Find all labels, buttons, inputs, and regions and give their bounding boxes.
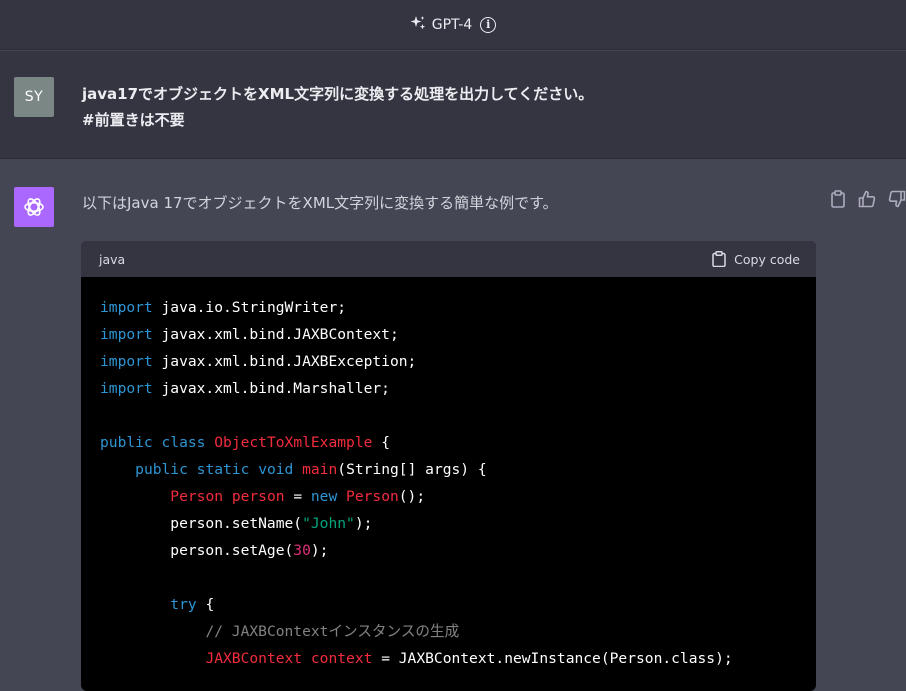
code-line: JAXBContext context = JAXBContext.newIns… (100, 645, 798, 672)
code-line: Person person = new Person(); (100, 483, 798, 510)
user-message-line: java17でオブジェクトをXML文字列に変換する処理を出力してください。 (82, 85, 594, 103)
code-content: import java.io.StringWriter; import javax… (81, 277, 816, 672)
clipboard-icon (712, 251, 726, 267)
code-block: java Copy code import java.io.StringWrit… (81, 241, 816, 691)
code-token: ); (310, 542, 329, 559)
code-token: javax.xml.bind.JAXBException; (152, 353, 417, 370)
code-token: person.setName( (100, 515, 303, 532)
openai-logo-icon (14, 187, 54, 227)
code-line: public class ObjectToXmlExample { (100, 429, 798, 456)
code-token: new (310, 488, 338, 505)
code-token: public (100, 434, 153, 451)
code-block-header: java Copy code (81, 241, 816, 277)
user-message-line: #前置きは不要 (82, 111, 185, 129)
code-line: try { (100, 591, 798, 618)
code-line: person.setName("John"); (100, 510, 798, 537)
code-token: JAXBContext (205, 650, 303, 667)
code-token: (String[] args) { (337, 461, 487, 478)
code-token: (); (398, 488, 426, 505)
code-token: javax.xml.bind.Marshaller; (152, 380, 390, 397)
copy-code-label: Copy code (734, 251, 800, 267)
assistant-message: 以下はJava 17でオブジェクトをXML文字列に変換する簡単な例です。 jav… (0, 160, 906, 691)
code-token: java.io.StringWriter; (152, 299, 347, 316)
code-token: import (100, 326, 153, 343)
copy-code-button[interactable]: Copy code (712, 251, 800, 267)
code-token: = (284, 488, 311, 505)
clipboard-icon[interactable] (830, 190, 846, 208)
code-line: public static void main(String[] args) { (100, 456, 798, 483)
user-message: SY java17でオブジェクトをXML文字列に変換する処理を出力してください。… (0, 51, 906, 159)
model-label: GPT-4 (431, 16, 473, 33)
code-token: static (196, 461, 250, 478)
code-token: context (310, 650, 373, 667)
code-token: try (170, 596, 197, 613)
code-token: import (100, 299, 153, 316)
code-line: import java.io.StringWriter; (100, 294, 798, 321)
sparkle-icon (410, 15, 426, 35)
code-token: person (231, 488, 285, 505)
message-actions (830, 190, 906, 208)
code-token: javax.xml.bind.JAXBContext; (152, 326, 399, 343)
code-token: void (258, 461, 294, 478)
code-token: main (302, 461, 338, 478)
thumbs-up-icon[interactable] (858, 190, 876, 208)
assistant-intro-text: 以下はJava 17でオブジェクトをXML文字列に変換する簡単な例です。 (82, 194, 558, 212)
user-avatar: SY (14, 77, 54, 117)
code-token: { (372, 434, 390, 451)
code-line: person.setAge(30); (100, 537, 798, 564)
code-token: = JAXBContext.newInstance(Person.class); (372, 650, 733, 667)
code-token: // JAXBContextインスタンスの生成 (205, 623, 460, 640)
code-token: 30 (293, 542, 311, 559)
info-icon[interactable]: i (480, 16, 497, 33)
code-line: // JAXBContextインスタンスの生成 (100, 618, 798, 645)
code-token: import (100, 380, 153, 397)
code-token: { (196, 596, 215, 613)
code-token: person.setAge( (100, 542, 294, 559)
code-language-label: java (99, 251, 126, 267)
code-token: "John" (302, 515, 355, 532)
code-token: public (135, 461, 188, 478)
code-line: import javax.xml.bind.JAXBContext; (100, 321, 798, 348)
code-token: Person (170, 488, 224, 505)
model-header: GPT-4 i (0, 0, 906, 50)
thumbs-down-icon[interactable] (888, 190, 906, 208)
code-token: import (100, 353, 153, 370)
code-token: ObjectToXmlExample (214, 434, 373, 451)
user-message-text: java17でオブジェクトをXML文字列に変換する処理を出力してください。 #前… (82, 81, 862, 133)
code-token: Person (346, 488, 399, 505)
code-token: ); (354, 515, 373, 532)
code-line: import javax.xml.bind.JAXBException; (100, 348, 798, 375)
code-line: import javax.xml.bind.Marshaller; (100, 375, 798, 402)
code-token: class (161, 434, 206, 451)
